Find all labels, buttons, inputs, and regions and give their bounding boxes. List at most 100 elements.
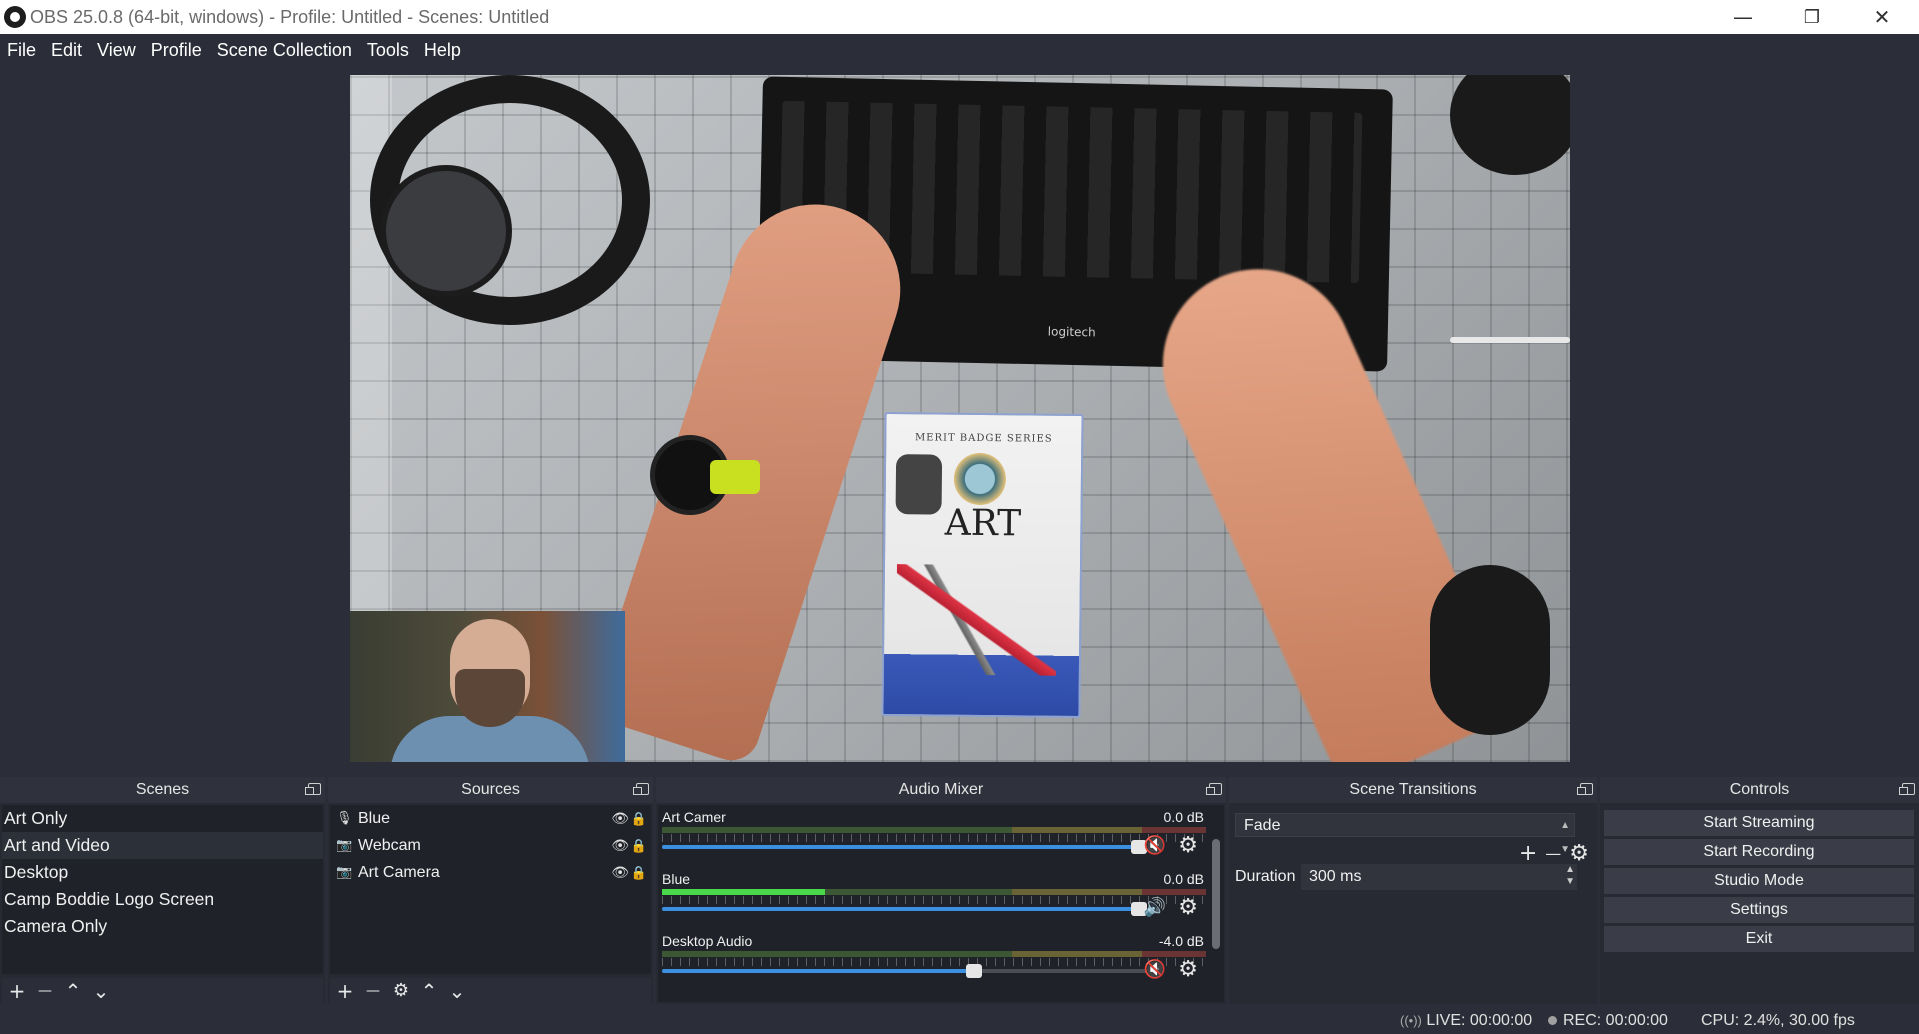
- audio-mixer-body: Art Camer 0.0 dB 🔇 ⚙ Blue 0.0 dB 🔊 ⚙ Des…: [658, 805, 1224, 1002]
- camera-icon: 📷: [336, 837, 353, 852]
- scenes-list: Art Only Art and Video Desktop Camp Bodd…: [2, 805, 323, 974]
- scene-item[interactable]: Camp Boddie Logo Screen: [2, 886, 323, 913]
- visibility-eye-icon[interactable]: 👁: [611, 832, 629, 859]
- minimize-button[interactable]: —: [1713, 0, 1773, 34]
- source-item-blue[interactable]: 🎙 Blue 👁 🔒: [330, 805, 651, 832]
- menu-scene-collection[interactable]: Scene Collection: [217, 40, 352, 61]
- spin-buttons-icon[interactable]: ▲ ▼: [1565, 864, 1575, 888]
- volume-meter: [662, 951, 1206, 957]
- stylus-image: [1450, 337, 1570, 343]
- headphone-earcup-image: [380, 165, 512, 297]
- mixer-channel-db: -4.0 dB: [1158, 933, 1204, 949]
- mixer-gear-icon[interactable]: ⚙: [1178, 833, 1198, 858]
- mixer-channel-db: 0.0 dB: [1163, 871, 1204, 887]
- volume-slider[interactable]: [662, 964, 1147, 978]
- transition-selected: Fade: [1244, 817, 1281, 834]
- scene-item[interactable]: Art and Video: [2, 832, 323, 859]
- move-source-down-button[interactable]: ⌄: [448, 981, 466, 1001]
- rec-status: REC: 00:00:00: [1548, 1012, 1668, 1030]
- undock-icon[interactable]: [1577, 783, 1593, 795]
- scenes-toolbar: + — ⌃ ⌄: [2, 978, 323, 1004]
- lock-icon[interactable]: 🔒: [631, 859, 647, 886]
- menu-profile[interactable]: Profile: [151, 40, 202, 61]
- mixer-gear-icon[interactable]: ⚙: [1178, 895, 1198, 920]
- sources-header: Sources: [328, 777, 653, 803]
- undock-icon[interactable]: [1206, 783, 1222, 795]
- volume-slider[interactable]: [662, 902, 1147, 916]
- mouse-image: [1430, 565, 1550, 735]
- lock-icon[interactable]: 🔒: [631, 805, 647, 832]
- move-source-up-button[interactable]: ⌃: [420, 981, 438, 1001]
- watchband-image: [710, 460, 760, 494]
- source-item-art-camera[interactable]: 📷 Art Camera 👁 🔒: [330, 859, 651, 886]
- record-dot-icon: [1548, 1016, 1557, 1025]
- meter-level: [662, 889, 826, 895]
- close-button[interactable]: ✕: [1852, 0, 1912, 34]
- menu-file[interactable]: File: [7, 40, 36, 61]
- scene-item[interactable]: Desktop: [2, 859, 323, 886]
- move-scene-down-button[interactable]: ⌄: [92, 981, 110, 1001]
- start-recording-button[interactable]: Start Recording: [1604, 839, 1914, 865]
- controls-title: Controls: [1729, 781, 1790, 798]
- start-streaming-button[interactable]: Start Streaming: [1604, 810, 1914, 836]
- broadcast-icon: ((•)): [1400, 1013, 1422, 1028]
- studio-mode-button[interactable]: Studio Mode: [1604, 868, 1914, 894]
- scenes-dock: Scenes Art Only Art and Video Desktop Ca…: [0, 777, 325, 1004]
- program-preview[interactable]: logitech MERIT BADGE SERIES ART: [350, 75, 1570, 762]
- audio-mixer-title: Audio Mixer: [898, 781, 984, 798]
- exit-button[interactable]: Exit: [1604, 926, 1914, 952]
- source-properties-gear-icon[interactable]: ⚙: [392, 981, 410, 1001]
- volume-fill: [662, 845, 1147, 849]
- menu-tools[interactable]: Tools: [367, 40, 409, 61]
- add-source-button[interactable]: +: [336, 981, 354, 1001]
- speaker-icon[interactable]: 🔊: [1144, 897, 1166, 918]
- sources-dock: Sources 🎙 Blue 👁 🔒 📷 Webcam 👁 🔒 📷 Art Ca…: [328, 777, 653, 1004]
- restore-button[interactable]: ❐: [1782, 0, 1842, 34]
- add-scene-button[interactable]: +: [8, 981, 26, 1001]
- lock-icon[interactable]: 🔒: [631, 832, 647, 859]
- mixer-channel: Desktop Audio -4.0 dB 🔇 ⚙: [662, 933, 1206, 995]
- menu-edit[interactable]: Edit: [51, 40, 82, 61]
- visibility-eye-icon[interactable]: 👁: [611, 859, 629, 886]
- microphone-icon: 🎙: [336, 810, 353, 825]
- live-time: LIVE: 00:00:00: [1426, 1012, 1533, 1029]
- visibility-eye-icon[interactable]: 👁: [611, 805, 629, 832]
- mixer-channel: Blue 0.0 dB 🔊 ⚙: [662, 871, 1206, 933]
- scenes-header: Scenes: [0, 777, 325, 803]
- source-item-webcam[interactable]: 📷 Webcam 👁 🔒: [330, 832, 651, 859]
- title-bar: OBS 25.0.8 (64-bit, windows) - Profile: …: [0, 0, 1919, 34]
- mixer-channel-name: Blue: [662, 871, 691, 887]
- muted-speaker-icon[interactable]: 🔇: [1144, 835, 1166, 856]
- volume-slider-knob[interactable]: [966, 964, 983, 978]
- undock-icon[interactable]: [633, 783, 649, 795]
- mixer-scrollbar[interactable]: [1212, 839, 1220, 949]
- merit-badge-book: MERIT BADGE SERIES ART: [881, 411, 1084, 719]
- undock-icon[interactable]: [305, 783, 321, 795]
- remove-scene-button[interactable]: —: [36, 981, 54, 1001]
- object-top-right-image: [1450, 75, 1570, 175]
- muted-speaker-icon[interactable]: 🔇: [1144, 959, 1166, 980]
- scene-item[interactable]: Art Only: [2, 805, 323, 832]
- window-title: OBS 25.0.8 (64-bit, windows) - Profile: …: [30, 7, 550, 27]
- rec-time: REC: 00:00:00: [1563, 1012, 1668, 1029]
- duration-value: 300 ms: [1309, 868, 1362, 885]
- mixer-channel-name: Desktop Audio: [662, 933, 753, 949]
- scenes-title: Scenes: [135, 781, 190, 798]
- mixer-gear-icon[interactable]: ⚙: [1178, 957, 1198, 982]
- scene-item[interactable]: Camera Only: [2, 913, 323, 940]
- transition-select[interactable]: Fade ▲ ▼: [1235, 813, 1575, 855]
- menu-help[interactable]: Help: [424, 40, 461, 61]
- preview-area: logitech MERIT BADGE SERIES ART: [0, 66, 1919, 774]
- remove-source-button[interactable]: —: [364, 981, 382, 1001]
- live-status: ((•)) LIVE: 00:00:00: [1400, 1012, 1532, 1030]
- cpu-status: CPU: 2.4%, 30.00 fps: [1701, 1012, 1855, 1029]
- move-scene-up-button[interactable]: ⌃: [64, 981, 82, 1001]
- scene-transitions-dock: Scene Transitions Fade ▲ ▼ + — ⚙ Duration…: [1229, 777, 1597, 1004]
- duration-input[interactable]: 300 ms ▲ ▼: [1301, 864, 1577, 890]
- volume-fill: [662, 907, 1147, 911]
- volume-slider[interactable]: [662, 840, 1147, 854]
- undock-icon[interactable]: [1899, 783, 1915, 795]
- menu-view[interactable]: View: [97, 40, 136, 61]
- settings-button[interactable]: Settings: [1604, 897, 1914, 923]
- audio-mixer-dock: Audio Mixer Art Camer 0.0 dB 🔇 ⚙ Blue 0.…: [656, 777, 1226, 1004]
